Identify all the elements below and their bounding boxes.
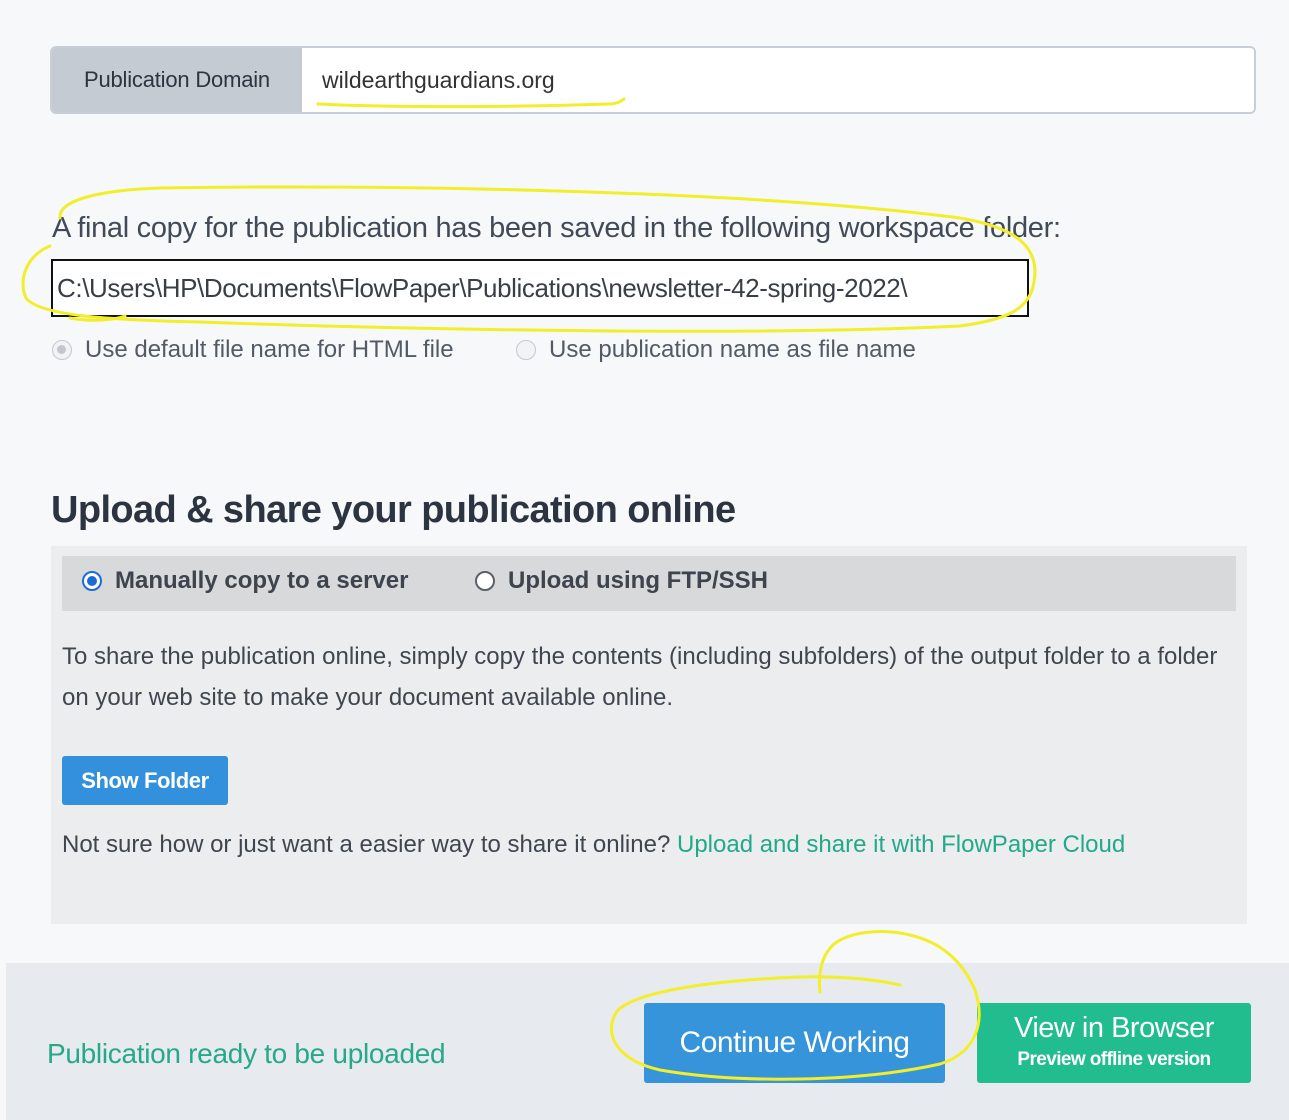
alternative-share-prompt: Not sure how or just want a easier way t… — [62, 831, 671, 858]
ftp-ssh-option[interactable]: Upload using FTP/SSH — [475, 567, 768, 595]
publication-file-name-option[interactable]: Use publication name as file name — [516, 336, 916, 364]
view-in-browser-button[interactable]: View in Browser Preview offline version — [977, 1003, 1251, 1083]
publication-domain-input[interactable] — [302, 48, 1254, 112]
upload-section-title: Upload & share your publication online — [51, 489, 736, 531]
status-message: Publication ready to be uploaded — [47, 1038, 446, 1069]
default-file-name-label: Use default file name for HTML file — [85, 336, 454, 363]
publication-file-name-label: Use publication name as file name — [549, 336, 916, 363]
publication-file-name-radio[interactable] — [516, 340, 536, 360]
default-file-name-option[interactable]: Use default file name for HTML file — [52, 336, 454, 364]
share-description: To share the publication online, simply … — [62, 643, 1218, 711]
continue-working-button[interactable]: Continue Working — [644, 1003, 945, 1083]
default-file-name-radio[interactable] — [52, 340, 72, 360]
manual-copy-radio[interactable] — [82, 571, 102, 591]
manual-copy-option[interactable]: Manually copy to a server — [82, 567, 408, 595]
manual-copy-label: Manually copy to a server — [115, 567, 409, 594]
publication-domain-group: Publication Domain — [50, 46, 1256, 114]
workspace-folder-path-text: C:\Users\HP\Documents\FlowPaper\Publicat… — [57, 272, 908, 303]
flowpaper-cloud-link[interactable]: Upload and share it with FlowPaper Cloud — [677, 831, 1125, 858]
publication-domain-label: Publication Domain — [52, 48, 302, 112]
preview-offline-label: Preview offline version — [1017, 1048, 1211, 1070]
workspace-folder-path[interactable]: C:\Users\HP\Documents\FlowPaper\Publicat… — [51, 259, 1029, 317]
show-folder-button[interactable]: Show Folder — [62, 756, 228, 805]
ftp-ssh-radio[interactable] — [475, 571, 495, 591]
alternative-share-text: Not sure how or just want a easier way t… — [62, 831, 1125, 859]
saved-copy-message: A final copy for the publication has bee… — [52, 212, 1061, 244]
ftp-ssh-label: Upload using FTP/SSH — [508, 567, 769, 594]
view-in-browser-label: View in Browser — [1014, 1011, 1214, 1044]
